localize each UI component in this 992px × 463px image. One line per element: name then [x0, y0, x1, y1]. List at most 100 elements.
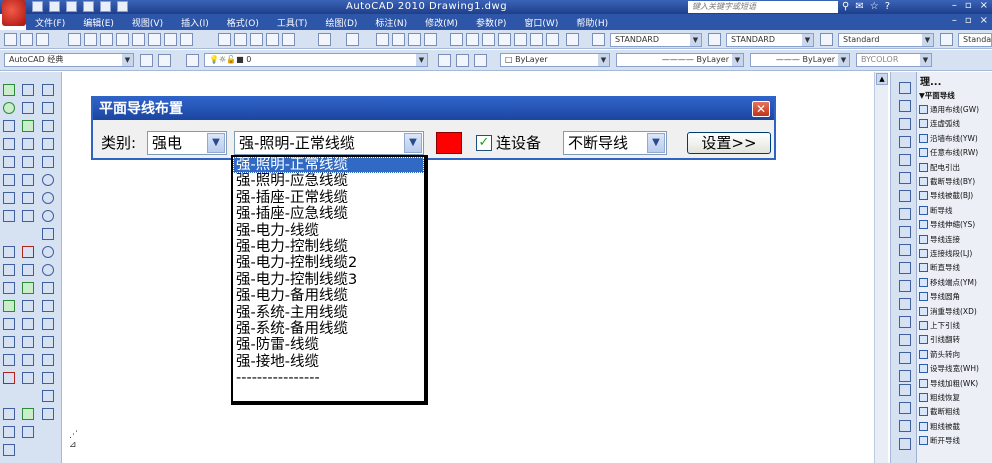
table-icon[interactable] — [40, 388, 54, 402]
match-properties-icon[interactable] — [266, 33, 279, 46]
tool-palettes-icon[interactable] — [482, 33, 495, 46]
screen-menu-item[interactable]: 上下引线 — [917, 318, 992, 332]
polygon-icon[interactable] — [40, 136, 54, 150]
cable-type-select[interactable]: 强-照明-正常线缆 ▼ — [234, 131, 424, 155]
tool-icon[interactable] — [20, 352, 34, 366]
color-select[interactable]: □ ByLayer ▼ — [500, 53, 610, 67]
explode-icon[interactable] — [897, 368, 911, 382]
paste-icon[interactable] — [250, 33, 263, 46]
text-style-select[interactable]: STANDARD ▼ — [610, 33, 702, 47]
table-style-select[interactable]: Standard ▼ — [838, 33, 934, 47]
tool-icon[interactable] — [1, 136, 15, 150]
break-icon[interactable] — [897, 296, 911, 310]
screen-menu-item[interactable]: 移线端点(YM) — [917, 275, 992, 289]
block-editor-icon[interactable] — [282, 33, 295, 46]
workspace-settings-icon[interactable] — [140, 54, 153, 67]
tool-icon[interactable] — [1, 370, 15, 384]
screen-menu-item[interactable]: 粗线被截 — [917, 419, 992, 433]
menu-help[interactable]: 帮助(H) — [567, 16, 617, 29]
draworder-front-icon[interactable] — [897, 400, 911, 414]
tool-icon[interactable] — [20, 280, 34, 294]
screen-menu-item[interactable]: 导线伸缩(YS) — [917, 218, 992, 232]
tool-icon[interactable] — [20, 154, 34, 168]
screen-menu-item[interactable]: 任意布线(RW) — [917, 146, 992, 160]
spline-icon[interactable] — [40, 226, 54, 240]
tool-icon[interactable] — [20, 424, 34, 438]
tool-icon[interactable] — [20, 406, 34, 420]
circle-icon[interactable] — [40, 190, 54, 204]
offset-icon[interactable] — [897, 134, 911, 148]
workspace-select[interactable]: AutoCAD 经典 ▼ — [4, 53, 134, 67]
panel-section-header[interactable]: ▼平面导线 — [917, 88, 992, 102]
tool-icon[interactable] — [1, 280, 15, 294]
mirror-icon[interactable] — [897, 116, 911, 130]
screen-menu-item[interactable]: 导线加粗(WK) — [917, 376, 992, 390]
layer-previous-icon[interactable] — [456, 54, 469, 67]
new-file-icon[interactable] — [32, 1, 43, 12]
open-file-icon[interactable] — [49, 1, 60, 12]
save-icon[interactable] — [66, 1, 77, 12]
properties-icon[interactable] — [450, 33, 463, 46]
make-block-icon[interactable] — [40, 298, 54, 312]
zoom-realtime-icon[interactable] — [392, 33, 405, 46]
etransmit-icon[interactable] — [180, 33, 193, 46]
redo-icon[interactable] — [346, 33, 359, 46]
erase-icon[interactable] — [897, 80, 911, 94]
dim-style-icon[interactable] — [708, 33, 721, 46]
multileader-style-select[interactable]: Standard — [958, 33, 992, 47]
help-icon[interactable] — [566, 33, 579, 46]
tool-icon[interactable] — [20, 172, 34, 186]
construction-line-icon[interactable] — [40, 100, 54, 114]
minimize-icon[interactable]: – — [952, 0, 957, 11]
color-swatch[interactable] — [436, 132, 462, 154]
tool-icon[interactable] — [20, 118, 34, 132]
print-icon[interactable] — [116, 33, 129, 46]
dropdown-option[interactable]: 强-电力-线缆 — [233, 223, 424, 239]
dropdown-option[interactable]: 强-防雷-线缆 — [233, 337, 424, 353]
dropdown-option[interactable]: 强-照明-应急线缆 — [233, 173, 424, 189]
tool-icon[interactable] — [1, 442, 15, 456]
copy-icon[interactable] — [234, 33, 247, 46]
undo-icon[interactable] — [83, 1, 94, 12]
gradient-icon[interactable] — [40, 352, 54, 366]
vertical-scrollbar[interactable]: ▲ — [874, 72, 888, 463]
publish-icon[interactable] — [148, 33, 161, 46]
move-icon[interactable] — [897, 170, 911, 184]
sheet-set-icon[interactable] — [498, 33, 511, 46]
screen-menu-item[interactable]: 断导线 — [917, 203, 992, 217]
new-icon[interactable] — [68, 33, 81, 46]
screen-menu-item[interactable]: 导线圆角 — [917, 289, 992, 303]
autocad-logo-icon[interactable] — [2, 0, 26, 26]
pan-icon[interactable] — [376, 33, 389, 46]
tool-icon[interactable] — [1, 190, 15, 204]
tool-icon[interactable] — [1, 154, 15, 168]
close-icon[interactable]: ✕ — [752, 101, 770, 117]
layer-state-icon[interactable] — [186, 54, 199, 67]
rotate-icon[interactable] — [897, 188, 911, 202]
screen-menu-item[interactable]: 导线被截(BJ) — [917, 189, 992, 203]
help-icon[interactable]: ? — [885, 1, 890, 13]
dropdown-option[interactable]: 强-系统-主用线缆 — [233, 305, 424, 321]
tool-icon[interactable] — [1, 208, 15, 222]
layer-manager-icon[interactable] — [158, 54, 171, 67]
menu-draw[interactable]: 绘图(D) — [316, 16, 366, 29]
multiline-text-icon[interactable] — [40, 406, 54, 420]
join-icon[interactable] — [897, 314, 911, 328]
comm-center-icon[interactable]: ✉ — [855, 1, 863, 13]
trim-icon[interactable] — [897, 242, 911, 256]
favorites-star-icon[interactable]: ☆ — [870, 1, 879, 13]
plotstyle-select[interactable]: BYCOLOR ▼ — [856, 53, 932, 67]
linetype-select[interactable]: ———— ByLayer ▼ — [616, 53, 744, 67]
screen-menu-item[interactable]: 沿墙布线(YW) — [917, 131, 992, 145]
search-input[interactable]: 键入关键字或短语 — [688, 1, 838, 13]
screen-menu-item[interactable]: 消重导线(XD) — [917, 304, 992, 318]
table-style-icon[interactable] — [820, 33, 833, 46]
tool-icon[interactable] — [20, 190, 34, 204]
dropdown-option[interactable]: 强-系统-备用线缆 — [233, 321, 424, 337]
tool-icon[interactable] — [1, 424, 15, 438]
polyline-icon[interactable] — [40, 118, 54, 132]
screen-menu-item[interactable]: 连虚弧线 — [917, 117, 992, 131]
zoom-window-icon[interactable] — [408, 33, 421, 46]
dropdown-option[interactable]: 强-接地-线缆 — [233, 354, 424, 370]
redo-icon[interactable] — [100, 1, 111, 12]
